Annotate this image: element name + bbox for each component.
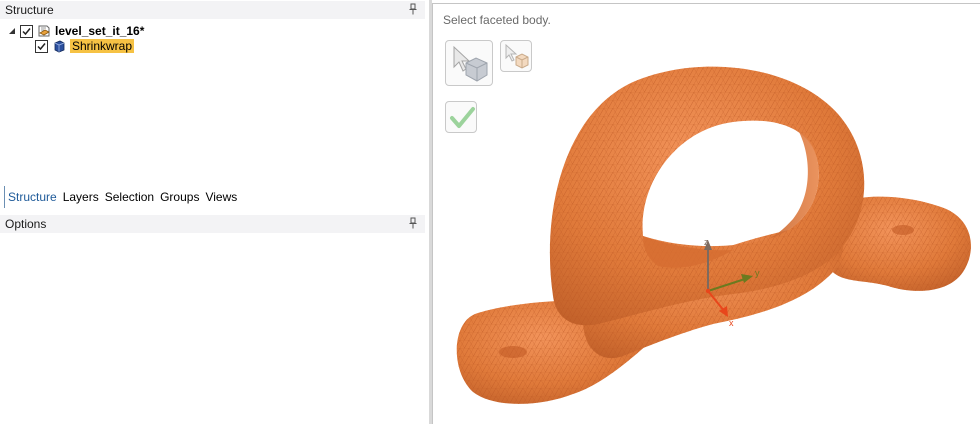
- structure-panel-header: Structure: [0, 1, 425, 19]
- select-small-body-icon: [505, 43, 529, 69]
- select-small-body-button[interactable]: [500, 40, 532, 72]
- options-panel-header: Options: [0, 215, 425, 233]
- tab-groups[interactable]: Groups: [157, 186, 202, 208]
- part-icon: [38, 25, 50, 37]
- left-panel: Structure level_set_it_16* Shrinkwrap St…: [0, 0, 425, 424]
- tab-layers[interactable]: Layers: [60, 186, 102, 208]
- panel-tabstrip: Structure Layers Selection Groups Views: [4, 186, 240, 208]
- shrinkwrap-visibility-checkbox[interactable]: [35, 39, 48, 53]
- tree-item-root[interactable]: level_set_it_16*: [8, 23, 144, 39]
- tab-selection[interactable]: Selection: [102, 186, 157, 208]
- pin-icon[interactable]: [409, 217, 417, 229]
- pin-icon[interactable]: [409, 3, 417, 15]
- axis-label-z: z: [704, 237, 709, 247]
- structure-panel-title: Structure: [5, 3, 54, 17]
- design-viewport[interactable]: z y x Select faceted body.: [432, 3, 980, 424]
- axis-label-y: y: [755, 268, 760, 278]
- tool-prompt: Select faceted body.: [443, 13, 551, 27]
- tab-structure[interactable]: Structure: [4, 186, 60, 208]
- complete-button[interactable]: [445, 101, 477, 133]
- check-icon: [22, 27, 31, 35]
- shrinkwrap-label: Shrinkwrap: [70, 39, 135, 53]
- axis-label-x: x: [729, 318, 734, 328]
- checkmark-complete-icon: [450, 107, 475, 128]
- expand-arrow-icon[interactable]: [8, 27, 16, 35]
- options-panel-title: Options: [5, 217, 47, 231]
- select-body-button[interactable]: [445, 40, 493, 86]
- root-visibility-checkbox[interactable]: [20, 24, 33, 38]
- tree-item-shrinkwrap[interactable]: Shrinkwrap: [35, 38, 135, 54]
- body-icon: [54, 40, 65, 53]
- select-body-icon: [453, 45, 488, 82]
- check-icon: [37, 42, 46, 50]
- root-label: level_set_it_16*: [55, 24, 145, 38]
- tab-views[interactable]: Views: [202, 186, 240, 208]
